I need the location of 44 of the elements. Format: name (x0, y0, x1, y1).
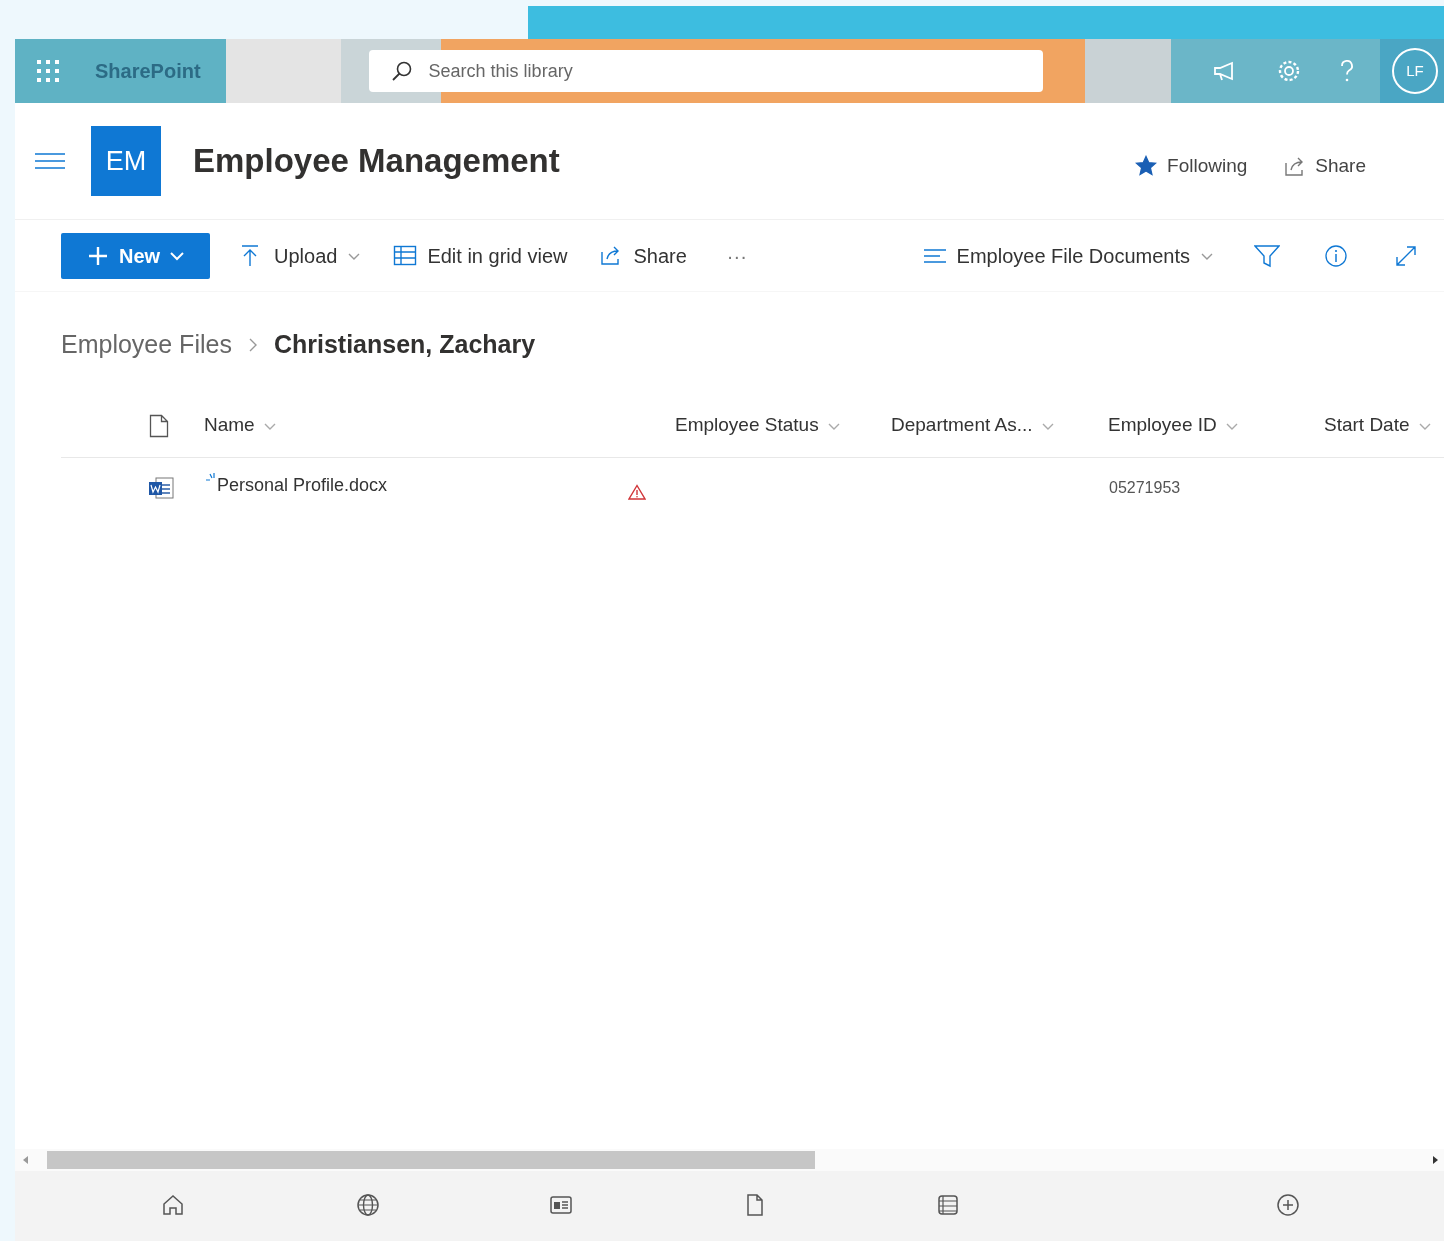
news-icon[interactable] (549, 1193, 573, 1217)
column-header[interactable]: Department As... (891, 411, 1055, 440)
scroll-right-icon[interactable] (1430, 1155, 1440, 1165)
follow-button[interactable]: Following (1135, 151, 1248, 181)
share-icon (1283, 155, 1306, 177)
table-cell-text: 05271953 (1109, 478, 1181, 498)
word-document-icon (147, 475, 175, 501)
chevron-right-icon (247, 337, 258, 353)
column-header[interactable]: Employee Status (675, 411, 841, 440)
file-type-icon (149, 413, 169, 438)
add-icon[interactable] (1276, 1193, 1300, 1217)
app-launcher-button[interactable] (35, 58, 61, 84)
list-icon (922, 246, 947, 265)
app-name: SharePoint (95, 59, 201, 84)
menu-icon[interactable] (35, 151, 65, 171)
share-button[interactable]: Share (1283, 151, 1366, 181)
grid-icon (393, 243, 418, 268)
list-icon[interactable] (936, 1193, 960, 1217)
home-icon[interactable] (161, 1193, 185, 1217)
settings-icon[interactable] (1276, 58, 1302, 84)
breadcrumb-item[interactable]: Employee Files (61, 326, 232, 364)
site-logo: EM (91, 126, 161, 196)
globe-icon[interactable] (356, 1193, 380, 1217)
filter-icon[interactable] (1254, 243, 1280, 268)
breadcrumb-item: Christiansen, Zachary (273, 329, 536, 361)
view-selector[interactable]: Employee File Documents (922, 240, 1214, 271)
share-button[interactable]: Share (599, 240, 687, 271)
more-button[interactable]: ··· (726, 240, 747, 271)
info-icon[interactable] (1324, 243, 1348, 268)
scroll-left-icon[interactable] (21, 1155, 31, 1165)
new-button[interactable]: New (61, 232, 210, 279)
grid-button[interactable]: Edit in grid view (393, 240, 568, 271)
search-field[interactable]: Search this library (368, 50, 1043, 92)
column-header[interactable]: Name (204, 411, 277, 440)
help-icon[interactable] (1338, 58, 1356, 84)
plus-icon (86, 244, 109, 267)
site-title: Employee Management (193, 141, 560, 182)
chevron-icon (170, 249, 185, 262)
column-header[interactable]: Employee ID (1108, 411, 1239, 440)
upload-button[interactable]: Upload (240, 240, 362, 271)
scrollbar-thumb[interactable] (47, 1151, 815, 1169)
column-header[interactable]: Start Date (1324, 411, 1432, 440)
expand-icon[interactable] (1394, 243, 1418, 268)
table-cell-text: Personal Profile.docx (217, 473, 388, 497)
